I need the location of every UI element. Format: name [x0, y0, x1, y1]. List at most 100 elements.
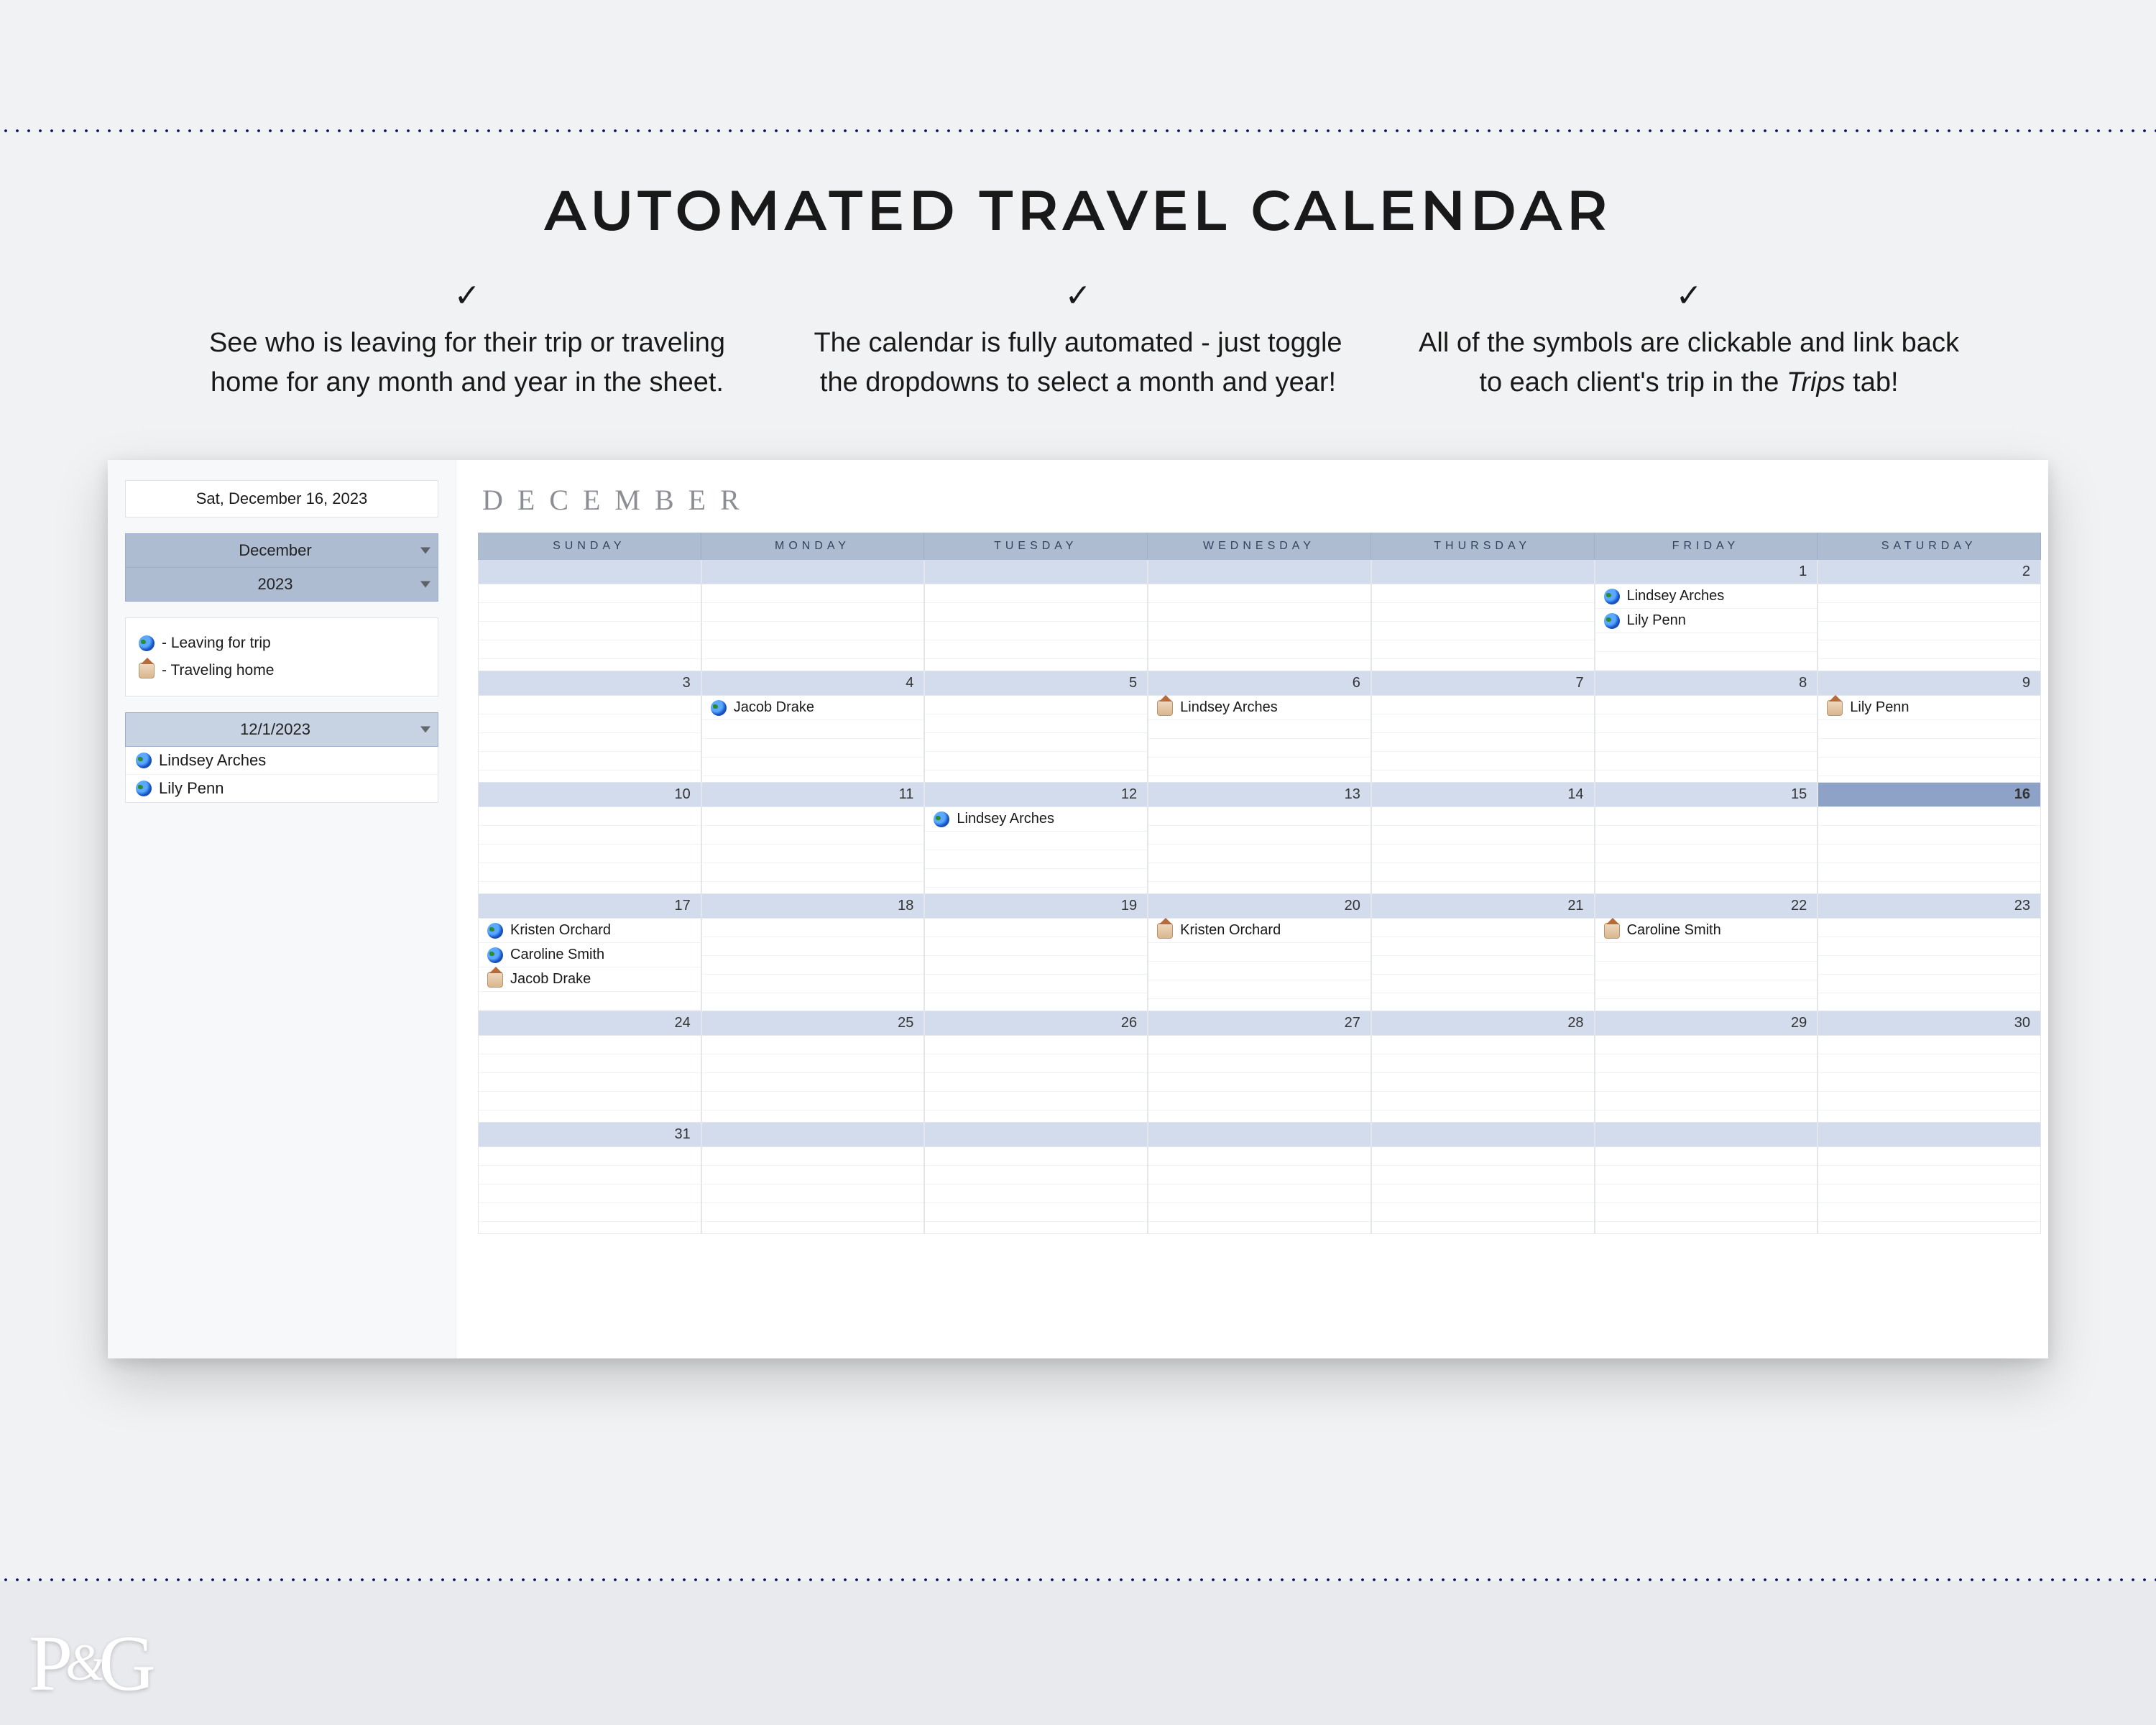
empty-event-slot	[1148, 739, 1370, 758]
empty-event-slot	[1595, 943, 1818, 962]
globe-icon	[136, 753, 152, 768]
empty-event-slot	[1595, 1203, 1818, 1222]
day-cell: .	[1371, 1123, 1595, 1234]
day-number: 22	[1595, 894, 1818, 919]
day-number: .	[1595, 1123, 1818, 1147]
day-cell: 8	[1595, 671, 1818, 783]
empty-event-slot	[1372, 845, 1594, 863]
home-icon	[139, 663, 155, 678]
empty-event-slot	[1818, 720, 2040, 739]
empty-event-slot	[1372, 584, 1594, 603]
calendar-event[interactable]: Lily Penn	[1595, 609, 1818, 633]
empty-event-slot	[702, 1203, 924, 1222]
day-number: .	[1818, 1123, 2040, 1147]
day-number: 17	[479, 894, 701, 919]
home-icon	[487, 972, 503, 988]
day-cell: 2	[1818, 560, 2041, 671]
empty-event-slot	[479, 752, 701, 770]
calendar-event[interactable]: Caroline Smith	[479, 943, 701, 967]
day-number: 3	[479, 671, 701, 696]
empty-event-slot	[1372, 937, 1594, 956]
month-dropdown[interactable]: December	[125, 533, 438, 568]
year-dropdown-value: 2023	[258, 575, 293, 593]
day-cell: 16	[1818, 783, 2041, 894]
empty-event-slot	[479, 826, 701, 845]
day-number: 4	[702, 671, 924, 696]
day-number: 6	[1148, 671, 1370, 696]
globe-icon	[1604, 613, 1620, 629]
calendar-event[interactable]: Lindsey Arches	[1148, 696, 1370, 720]
list-item[interactable]: Lindsey Arches	[126, 747, 438, 774]
empty-event-slot	[1148, 1203, 1370, 1222]
empty-event-slot	[479, 863, 701, 882]
day-cell: .	[478, 560, 701, 671]
day-number: 24	[479, 1011, 701, 1036]
day-cell: 15	[1595, 783, 1818, 894]
empty-event-slot	[925, 603, 1147, 622]
calendar-event[interactable]: Lindsey Arches	[925, 807, 1147, 832]
calendar-event[interactable]: Lindsey Arches	[1595, 584, 1818, 609]
empty-event-slot	[1818, 1184, 2040, 1203]
empty-event-slot	[1595, 1054, 1818, 1073]
empty-event-slot	[925, 622, 1147, 640]
empty-event-slot	[1818, 956, 2040, 975]
list-item[interactable]: Lily Penn	[126, 774, 438, 802]
feature-1-text: See who is leaving for their trip or tra…	[194, 323, 740, 402]
empty-event-slot	[702, 826, 924, 845]
day-cell: .	[1818, 1123, 2041, 1234]
calendar-event[interactable]: Jacob Drake	[479, 967, 701, 992]
empty-event-slot	[479, 807, 701, 826]
weekday-header: SUNDAY	[478, 533, 701, 560]
calendar-event[interactable]: Kristen Orchard	[1148, 919, 1370, 943]
empty-event-slot	[702, 807, 924, 826]
empty-event-slot	[1818, 919, 2040, 937]
calendar-event[interactable]: Kristen Orchard	[479, 919, 701, 943]
empty-event-slot	[702, 622, 924, 640]
empty-event-slot	[1148, 1166, 1370, 1184]
empty-event-slot	[1148, 1036, 1370, 1054]
today-date-box: Sat, December 16, 2023	[125, 480, 438, 518]
calendar-event[interactable]: Caroline Smith	[1595, 919, 1818, 943]
empty-event-slot	[1372, 919, 1594, 937]
empty-event-slot	[1595, 752, 1818, 770]
empty-event-slot	[925, 714, 1147, 733]
event-client-name: Lily Penn	[1850, 699, 1909, 716]
globe-icon	[139, 635, 155, 651]
empty-event-slot	[925, 1203, 1147, 1222]
calendar-panel: DECEMBER SUNDAYMONDAYTUESDAYWEDNESDAYTHU…	[456, 460, 2048, 1358]
calendar-event[interactable]: Lily Penn	[1818, 696, 2040, 720]
empty-event-slot	[479, 1166, 701, 1184]
year-dropdown[interactable]: 2023	[125, 567, 438, 602]
empty-event-slot	[925, 832, 1147, 850]
day-cell: 4Jacob Drake	[701, 671, 925, 783]
day-number: 2	[1818, 560, 2040, 584]
day-cell: 10	[478, 783, 701, 894]
event-client-name: Kristen Orchard	[1180, 922, 1281, 939]
day-cell: 1Lindsey ArchesLily Penn	[1595, 560, 1818, 671]
weekday-header: TUESDAY	[924, 533, 1148, 560]
day-number: 7	[1372, 671, 1594, 696]
empty-event-slot	[1148, 603, 1370, 622]
empty-event-slot	[1372, 752, 1594, 770]
day-number: 29	[1595, 1011, 1818, 1036]
empty-event-slot	[1372, 1073, 1594, 1092]
calendar-event[interactable]: Jacob Drake	[702, 696, 924, 720]
empty-event-slot	[702, 739, 924, 758]
calendar-screenshot: Sat, December 16, 2023 December 2023 - L…	[108, 460, 2048, 1358]
empty-event-slot	[1818, 1147, 2040, 1166]
empty-event-slot	[1818, 826, 2040, 845]
empty-event-slot	[479, 1184, 701, 1203]
empty-event-slot	[1372, 640, 1594, 659]
globe-icon	[1604, 589, 1620, 604]
selected-date-dropdown[interactable]: 12/1/2023	[125, 712, 438, 747]
day-number: 1	[1595, 560, 1818, 584]
day-cell: 5	[924, 671, 1148, 783]
empty-event-slot	[1595, 714, 1818, 733]
empty-event-slot	[1595, 733, 1818, 752]
empty-event-slot	[1818, 863, 2040, 882]
empty-event-slot	[1818, 739, 2040, 758]
day-number: 30	[1818, 1011, 2040, 1036]
empty-event-slot	[1595, 980, 1818, 999]
empty-event-slot	[1818, 1092, 2040, 1110]
empty-event-slot	[702, 1147, 924, 1166]
